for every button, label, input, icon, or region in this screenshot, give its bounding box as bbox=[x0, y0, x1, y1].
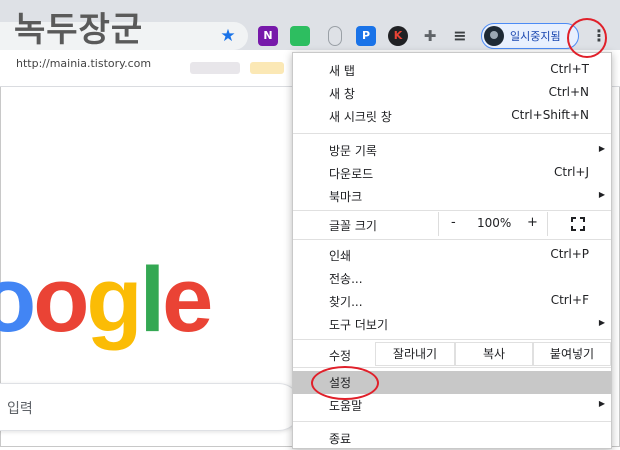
evernote-icon[interactable] bbox=[290, 26, 310, 46]
menu-item-history[interactable]: 방문 기록 ▶ bbox=[293, 139, 611, 162]
onenote-icon[interactable]: N bbox=[258, 26, 278, 46]
zoom-level: 100% bbox=[477, 216, 512, 230]
menu-item-new-incognito-window[interactable]: 새 시크릿 창 Ctrl+Shift+N bbox=[293, 105, 611, 128]
menu-divider bbox=[293, 339, 611, 340]
document-download-icon[interactable]: P bbox=[356, 26, 376, 46]
bookmark-item[interactable] bbox=[190, 62, 240, 74]
submenu-arrow-icon: ▶ bbox=[598, 318, 605, 327]
menu-label: 방문 기록 bbox=[329, 144, 377, 158]
profile-status: 일시중지됨 bbox=[510, 30, 561, 43]
menu-label: 인쇄 bbox=[329, 249, 352, 263]
menu-label: 찾기... bbox=[329, 295, 363, 309]
menu-divider bbox=[293, 421, 611, 422]
bookmark-item[interactable] bbox=[250, 62, 284, 74]
zoom-row: 글꼴 크기 - 100% + bbox=[293, 212, 611, 237]
logo-letter: l bbox=[139, 249, 166, 351]
menu-shortcut: Ctrl+P bbox=[550, 247, 589, 261]
menu-shortcut: Ctrl+F bbox=[550, 293, 589, 307]
menu-shortcut: Ctrl+N bbox=[548, 85, 589, 99]
star-icon[interactable]: ★ bbox=[218, 26, 238, 46]
watermark-title: 녹두장군 bbox=[14, 10, 144, 50]
logo-letter: e bbox=[162, 249, 213, 351]
fullscreen-icon[interactable] bbox=[571, 217, 585, 231]
menu-label: 북마크 bbox=[329, 190, 363, 204]
submenu-arrow-icon: ▶ bbox=[598, 399, 605, 408]
menu-label: 새 창 bbox=[329, 87, 355, 101]
copy-button[interactable]: 복사 bbox=[455, 342, 533, 366]
menu-label: 새 시크릿 창 bbox=[329, 110, 392, 124]
menu-label: 도구 더보기 bbox=[329, 318, 389, 332]
edit-label: 수정 bbox=[329, 349, 352, 363]
puzzle-icon[interactable]: ✚ bbox=[420, 26, 440, 46]
menu-shortcut: Ctrl+J bbox=[554, 165, 589, 179]
menu-item-downloads[interactable]: 다운로드 Ctrl+J bbox=[293, 162, 611, 185]
menu-item-new-window[interactable]: 새 창 Ctrl+N bbox=[293, 82, 611, 105]
submenu-arrow-icon: ▶ bbox=[598, 190, 605, 199]
menu-divider bbox=[293, 239, 611, 240]
submenu-arrow-icon: ▶ bbox=[598, 144, 605, 153]
menu-item-find[interactable]: 찾기... Ctrl+F bbox=[293, 290, 611, 313]
logo-letter: o bbox=[0, 249, 36, 351]
k-icon[interactable]: K bbox=[388, 26, 408, 46]
edit-row: 수정 잘라내기 복사 붙여넣기 bbox=[293, 342, 611, 366]
zoom-in-button[interactable]: + bbox=[527, 215, 538, 230]
avatar bbox=[484, 26, 504, 46]
logo-letter: g bbox=[86, 249, 142, 351]
zoom-out-button[interactable]: - bbox=[451, 215, 456, 230]
mouse-icon[interactable] bbox=[328, 26, 342, 46]
annotation-circle-menu bbox=[567, 18, 607, 58]
menu-label: 새 탭 bbox=[329, 64, 355, 78]
profile-button[interactable]: 일시중지됨 bbox=[481, 23, 579, 49]
menu-label: 전송... bbox=[329, 272, 363, 286]
menu-label: 종료 bbox=[329, 432, 352, 446]
menu-item-new-tab[interactable]: 새 탭 Ctrl+T bbox=[293, 59, 611, 82]
menu-shortcut: Ctrl+Shift+N bbox=[511, 108, 589, 122]
menu-item-more-tools[interactable]: 도구 더보기 ▶ bbox=[293, 313, 611, 336]
google-logo: oogle bbox=[0, 249, 213, 351]
paste-button[interactable]: 붙여넣기 bbox=[533, 342, 611, 366]
logo-letter: o bbox=[33, 249, 89, 351]
menu-shortcut: Ctrl+T bbox=[550, 62, 589, 76]
menu-divider bbox=[293, 210, 611, 211]
menu-item-bookmarks[interactable]: 북마크 ▶ bbox=[293, 185, 611, 208]
menu-label: 다운로드 bbox=[329, 167, 374, 181]
menu-item-cast[interactable]: 전송... bbox=[293, 267, 611, 290]
menu-divider bbox=[293, 133, 611, 134]
menu-item-print[interactable]: 인쇄 Ctrl+P bbox=[293, 244, 611, 267]
cut-button[interactable]: 잘라내기 bbox=[375, 342, 455, 366]
search-placeholder: 입력 bbox=[7, 401, 33, 417]
annotation-circle-settings bbox=[311, 366, 379, 400]
zoom-controls: - 100% + bbox=[438, 212, 548, 236]
search-input[interactable]: 입력 bbox=[0, 383, 302, 431]
zoom-label: 글꼴 크기 bbox=[329, 219, 377, 233]
media-queue-icon[interactable]: ≡ bbox=[450, 26, 470, 46]
watermark-url: http://mainia.tistory.com bbox=[16, 57, 152, 70]
